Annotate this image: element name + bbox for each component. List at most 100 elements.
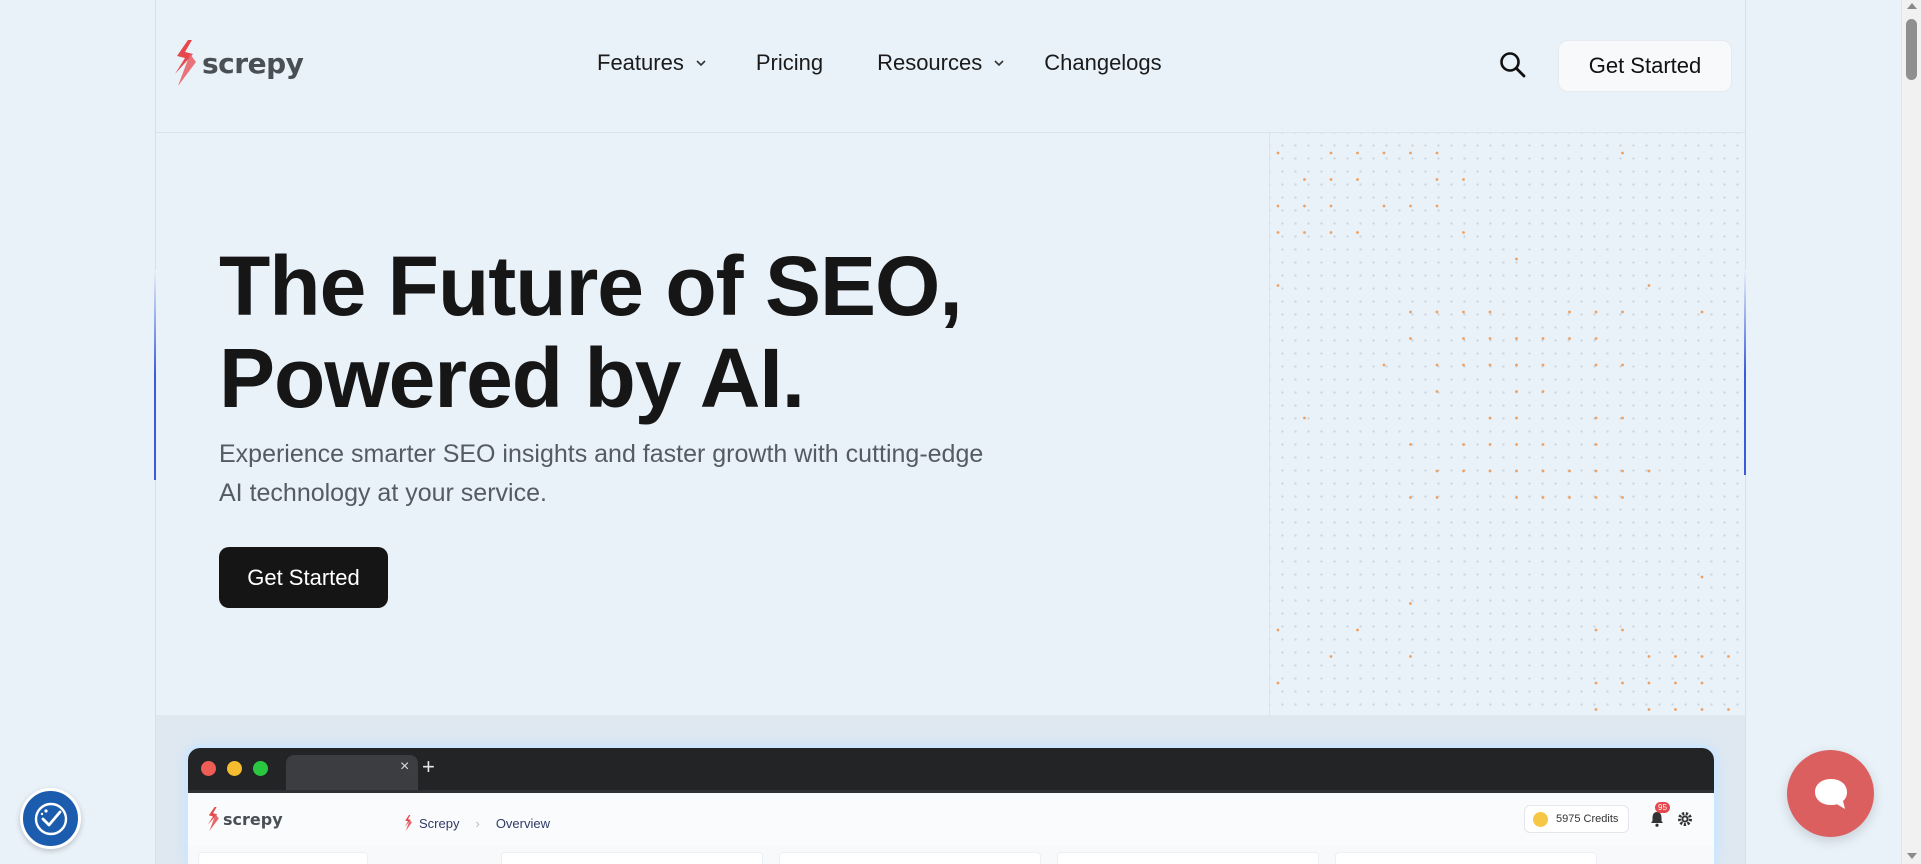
logo[interactable]: screpy — [172, 40, 304, 86]
orange-dot — [1462, 231, 1465, 234]
orange-dot — [1700, 708, 1704, 711]
orange-dot — [1594, 416, 1598, 420]
nav-pricing-label: Pricing — [755, 50, 824, 75]
orange-dot — [1435, 204, 1439, 208]
app-logo-bolt-icon — [207, 807, 219, 831]
orange-dot — [1303, 416, 1306, 420]
maximize-dot-icon — [253, 761, 268, 776]
orange-dot — [1276, 284, 1280, 287]
orange-dot — [1700, 310, 1704, 314]
orange-dot — [1700, 655, 1704, 658]
orange-dot — [1382, 151, 1386, 155]
card-placeholder — [1335, 852, 1597, 864]
breadcrumb-item-overview: Overview — [495, 815, 550, 831]
orange-dot — [1647, 284, 1651, 287]
orange-dot — [1621, 416, 1624, 420]
orange-dot — [1621, 628, 1624, 632]
orange-dot — [1488, 363, 1492, 367]
card-placeholder — [1057, 852, 1319, 864]
orange-dot — [1541, 390, 1545, 393]
orange-dot — [1488, 469, 1492, 473]
orange-dot — [1409, 204, 1412, 208]
orange-dot — [1674, 681, 1677, 685]
card-placeholder — [501, 852, 763, 864]
accessibility-icon — [34, 802, 67, 835]
page-scrollbar[interactable] — [1901, 0, 1921, 864]
hero-get-started-button[interactable]: Get Started — [219, 547, 388, 608]
hero-title: The Future of SEO, Powered by AI. — [219, 240, 1019, 424]
orange-dot — [1515, 496, 1518, 499]
orange-dot — [1621, 469, 1624, 473]
orange-dot — [1515, 257, 1518, 261]
hero-subtitle: Experience smarter SEO insights and fast… — [219, 440, 984, 507]
nav-resources[interactable]: Resources — [877, 50, 1006, 76]
orange-dot — [1515, 363, 1518, 367]
orange-dot — [1647, 681, 1651, 685]
orange-dot — [1488, 337, 1492, 340]
orange-dot — [1621, 681, 1624, 685]
orange-dot — [1621, 496, 1624, 499]
dot-pattern-panel — [1269, 133, 1745, 715]
browser-tab — [286, 755, 418, 790]
logo-text: screpy — [202, 46, 304, 80]
orange-dot — [1435, 496, 1439, 499]
orange-dot — [1303, 231, 1306, 234]
breadcrumb-separator-icon: › — [475, 815, 480, 831]
scroll-up-arrow-icon[interactable] — [1907, 3, 1917, 9]
orange-dot — [1435, 469, 1439, 473]
coin-icon — [1533, 811, 1548, 827]
close-dot-icon — [201, 761, 216, 776]
orange-dot — [1303, 204, 1306, 208]
chat-button[interactable] — [1787, 750, 1874, 837]
orange-dot — [1356, 231, 1359, 234]
search-icon[interactable] — [1498, 50, 1528, 80]
header-get-started-button[interactable]: Get Started — [1558, 40, 1732, 92]
orange-dot — [1276, 151, 1280, 155]
nav-pricing[interactable]: Pricing — [756, 50, 823, 76]
orange-dot — [1329, 151, 1333, 155]
app-logo-text: screpy — [223, 809, 283, 829]
app-breadcrumb: Screpy › Overview — [403, 815, 550, 831]
orange-dot — [1621, 310, 1624, 314]
orange-dot — [1382, 363, 1386, 367]
orange-dot — [1435, 178, 1439, 181]
orange-dot — [1356, 628, 1359, 632]
orange-dot — [1409, 496, 1412, 499]
site-header: screpy Features Pricing Resources Change… — [156, 0, 1745, 133]
orange-dot — [1409, 655, 1412, 658]
orange-dot — [1409, 602, 1412, 605]
orange-dot — [1594, 337, 1598, 340]
hero-title-line-1: The Future of SEO, — [219, 239, 963, 333]
credits-badge: 5975 Credits — [1524, 805, 1630, 833]
orange-dot — [1488, 416, 1492, 420]
app-header: screpy Screpy › Overview 5975 Credits 95 — [188, 790, 1714, 846]
nav-changelogs-label: Changelogs — [1044, 50, 1162, 75]
logo-bolt-icon — [175, 40, 196, 86]
orange-dot — [1329, 204, 1333, 208]
orange-dot — [1515, 416, 1518, 420]
orange-dot — [1594, 708, 1598, 711]
nav-changelogs[interactable]: Changelogs — [1044, 50, 1161, 76]
scrollbar-thumb[interactable] — [1906, 19, 1917, 80]
orange-dot — [1409, 337, 1412, 340]
orange-dot — [1674, 655, 1677, 658]
scroll-down-arrow-icon[interactable] — [1907, 853, 1917, 859]
accessibility-button[interactable] — [20, 788, 81, 849]
orange-dot — [1435, 151, 1439, 155]
orange-dot — [1674, 708, 1677, 711]
breadcrumb-bolt-icon — [404, 815, 412, 831]
orange-dot — [1568, 310, 1571, 314]
orange-dot — [1435, 390, 1439, 393]
orange-dot — [1515, 390, 1518, 393]
minimize-dot-icon — [227, 761, 242, 776]
nav-features[interactable]: Features — [597, 50, 708, 76]
orange-dot — [1621, 151, 1624, 155]
orange-dot — [1488, 443, 1492, 446]
orange-dot — [1541, 337, 1545, 340]
orange-dot — [1700, 681, 1704, 685]
orange-dot — [1409, 310, 1412, 314]
orange-dot — [1647, 469, 1651, 473]
orange-dot — [1541, 469, 1545, 473]
orange-dot — [1276, 681, 1280, 685]
orange-dot — [1303, 178, 1306, 181]
